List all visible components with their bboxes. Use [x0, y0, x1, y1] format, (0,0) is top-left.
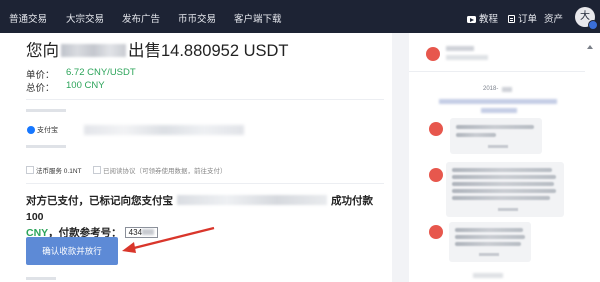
total-value: 100 CNY [66, 80, 105, 91]
nav-orders-label: 订单 [518, 14, 538, 25]
message-text-redacted [452, 189, 556, 193]
message-text-redacted [455, 235, 525, 239]
confirm-release-button[interactable]: 确认收款并放行 [26, 237, 118, 265]
scrollbar-up-arrow[interactable] [587, 45, 593, 49]
message-time-redacted [479, 253, 499, 256]
message-text-redacted [455, 228, 523, 232]
top-nav: 普通交易 大宗交易 发布广告 币币交易 客户端下载 教程 订单 资产 大 [0, 0, 600, 33]
order-panel: 您向 出售14.880952 USDT 单价： 6.72 CNY/USDT 总价：… [0, 33, 392, 282]
headline-prefix: 您向 [26, 42, 59, 60]
agreement-label: 已阅读协议（可领券使用数据，前往支付） [103, 168, 227, 175]
message-text-redacted [456, 133, 496, 137]
message-text-redacted [452, 168, 552, 172]
nav-tutorial-label: 教程 [479, 14, 499, 25]
alipay-account-redacted [177, 195, 327, 205]
divider [26, 99, 384, 100]
message-text-redacted [452, 182, 554, 186]
alipay-icon [27, 126, 35, 134]
chat-panel: 2018- [409, 33, 600, 282]
arrow-shaft [129, 226, 215, 251]
chat-message [446, 162, 564, 217]
avatar-status-badge [588, 20, 598, 30]
arrow-head [122, 242, 136, 253]
nav-coin-trade[interactable]: 币币交易 [178, 11, 216, 25]
service-section-label [26, 145, 66, 148]
nav-normal-trade[interactable]: 普通交易 [9, 11, 47, 25]
annotation-arrow [122, 226, 215, 253]
message-text-redacted [455, 242, 521, 246]
message-time-redacted [498, 208, 518, 211]
nav-orders[interactable]: 订单 [508, 11, 537, 25]
agreement-checkbox[interactable] [93, 166, 101, 174]
message-text-redacted [456, 125, 534, 129]
message-avatar [429, 168, 443, 182]
chat-message [450, 118, 542, 154]
nav-block-trade[interactable]: 大宗交易 [66, 11, 104, 25]
nav-client-download[interactable]: 客户端下载 [234, 11, 282, 25]
message-text-redacted [452, 175, 556, 179]
chat-date-redacted [502, 87, 512, 92]
message-avatar [429, 225, 443, 239]
nav-post-ad[interactable]: 发布广告 [122, 11, 160, 25]
payment-section-label [26, 109, 66, 112]
price-value: 6.72 CNY/USDT [66, 67, 136, 78]
chat-system-message-2 [481, 108, 517, 113]
payment-account-redacted [84, 125, 244, 135]
message-time-redacted [488, 145, 508, 148]
nav-assets[interactable]: 资产 [544, 11, 563, 25]
footer-label [26, 277, 56, 280]
chat-system-message-1 [439, 99, 557, 104]
fee-checkbox[interactable] [26, 166, 34, 174]
chat-message [449, 222, 531, 262]
order-headline: 您向 出售14.880952 USDT [26, 37, 289, 61]
counterparty-name-redacted [61, 44, 126, 57]
price-label: 单价： [26, 70, 55, 81]
order-list-icon [508, 15, 515, 23]
nav-tutorial[interactable]: 教程 [467, 11, 498, 25]
message-avatar [429, 122, 443, 136]
pay-method-name: 支付宝 [37, 127, 58, 134]
video-play-icon [467, 16, 476, 23]
headline-suffix: 出售14.880952 USDT [128, 42, 289, 60]
chat-divider [409, 71, 585, 72]
chat-footer-redacted [473, 273, 503, 278]
notice-text-1: 对方已支付，已标记向您支付宝 [26, 195, 173, 207]
divider [26, 183, 384, 184]
chat-header-avatar [426, 47, 440, 61]
fee-label: 法币服务 0.1NT [36, 168, 82, 175]
chat-contact-status-redacted [446, 55, 488, 60]
chat-date: 2018- [483, 86, 499, 92]
chat-contact-name-redacted [446, 46, 474, 51]
total-label: 总价： [26, 83, 55, 94]
message-text-redacted [452, 196, 550, 200]
